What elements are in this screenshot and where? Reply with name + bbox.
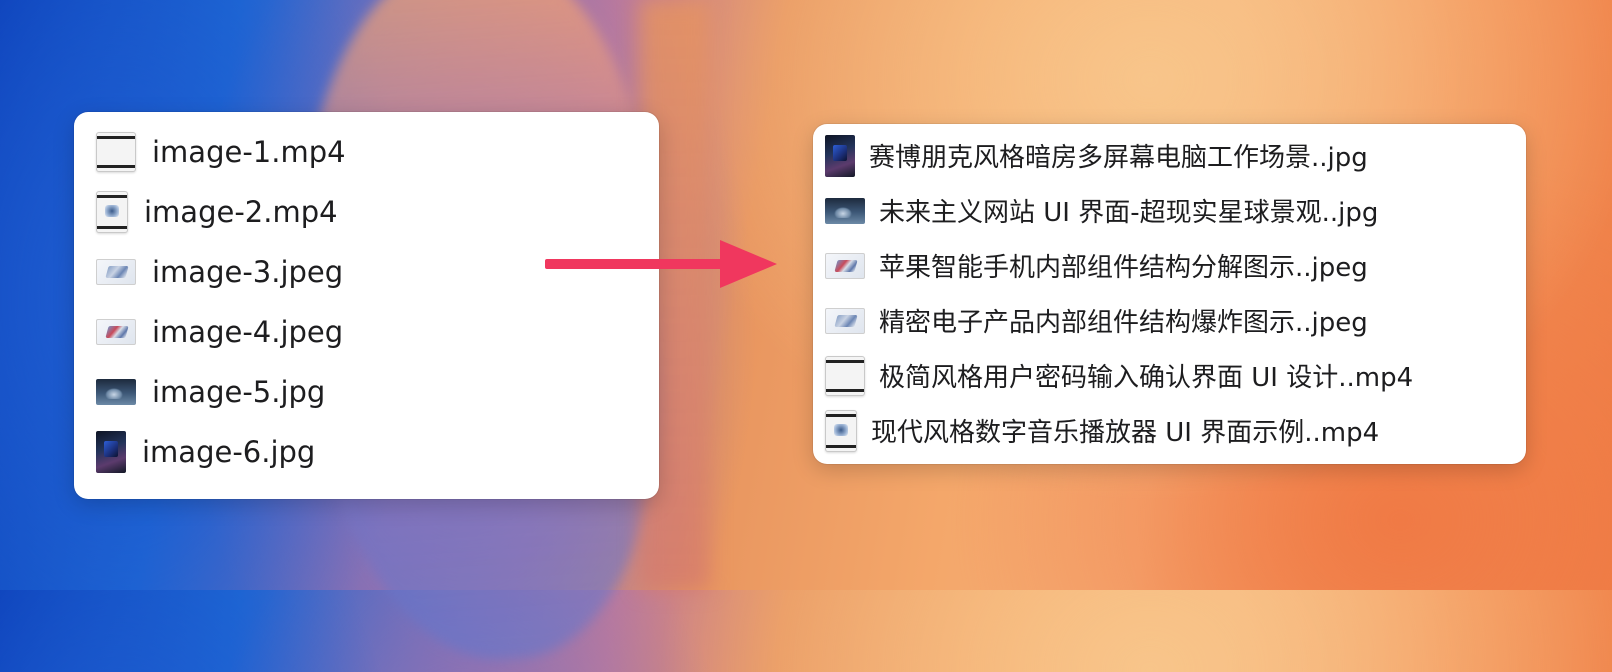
file-item[interactable]: 苹果智能手机内部组件结构分解图示..jpeg	[825, 238, 1526, 293]
file-name: image-2.mp4	[144, 195, 338, 229]
arrow-right-icon	[545, 240, 777, 288]
image-thumbnail-icon	[96, 379, 136, 405]
file-name: 苹果智能手机内部组件结构分解图示..jpeg	[879, 253, 1368, 283]
image-thumbnail-icon	[825, 197, 865, 224]
image-thumbnail-icon	[96, 259, 136, 285]
image-thumbnail-icon	[825, 307, 865, 334]
file-name: image-5.jpg	[152, 375, 326, 409]
file-item[interactable]: image-1.mp4	[96, 122, 659, 182]
file-item[interactable]: 现代风格数字音乐播放器 UI 界面示例..mp4	[825, 403, 1526, 458]
image-thumbnail-icon	[96, 319, 136, 345]
video-thumbnail-icon	[96, 132, 136, 172]
video-thumbnail-icon	[96, 191, 128, 233]
file-item[interactable]: 精密电子产品内部组件结构爆炸图示..jpeg	[825, 293, 1526, 348]
video-thumbnail-icon	[825, 355, 865, 396]
file-name: 未来主义网站 UI 界面-超现实星球景观..jpg	[879, 198, 1379, 228]
file-item[interactable]: 赛博朋克风格暗房多屏幕电脑工作场景..jpg	[825, 128, 1526, 183]
file-name: 赛博朋克风格暗房多屏幕电脑工作场景..jpg	[869, 143, 1368, 173]
file-name: image-3.jpeg	[152, 255, 344, 289]
image-thumbnail-icon	[825, 134, 855, 177]
file-item[interactable]: image-6.jpg	[96, 422, 659, 482]
file-name: image-6.jpg	[142, 435, 316, 469]
renamed-files-panel: 赛博朋克风格暗房多屏幕电脑工作场景..jpg 未来主义网站 UI 界面-超现实星…	[813, 124, 1526, 464]
image-thumbnail-icon	[825, 252, 865, 279]
file-name: 精密电子产品内部组件结构爆炸图示..jpeg	[879, 308, 1368, 338]
file-item[interactable]: image-2.mp4	[96, 182, 659, 242]
file-item[interactable]: 未来主义网站 UI 界面-超现实星球景观..jpg	[825, 183, 1526, 238]
file-item[interactable]: image-5.jpg	[96, 362, 659, 422]
image-thumbnail-icon	[96, 431, 126, 473]
file-name: 现代风格数字音乐播放器 UI 界面示例..mp4	[871, 418, 1380, 448]
original-files-panel: image-1.mp4 image-2.mp4 image-3.jpeg ima…	[74, 112, 659, 499]
file-name: image-4.jpeg	[152, 315, 344, 349]
file-name: 极简风格用户密码输入确认界面 UI 设计..mp4	[879, 363, 1414, 393]
file-item[interactable]: image-4.jpeg	[96, 302, 659, 362]
file-item[interactable]: 极简风格用户密码输入确认界面 UI 设计..mp4	[825, 348, 1526, 403]
video-thumbnail-icon	[825, 409, 857, 452]
file-name: image-1.mp4	[152, 135, 346, 169]
